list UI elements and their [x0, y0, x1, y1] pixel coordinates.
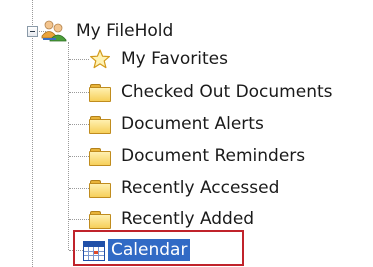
tree-node-label: Calendar [108, 239, 191, 261]
folder-icon [89, 83, 111, 102]
tree-connector-line [69, 188, 89, 189]
star-icon [89, 49, 111, 69]
collapse-toggle[interactable] [27, 26, 38, 37]
calendar-icon [83, 240, 105, 261]
library-tree: My FileHold My Favorites Checked Out Doc… [0, 0, 373, 267]
folder-icon [89, 115, 111, 134]
tree-connector-line [69, 92, 89, 93]
tree-node-label: Checked Out Documents [121, 82, 333, 102]
tree-connector-line [69, 59, 89, 60]
tree-node-recently-added[interactable]: Recently Added [89, 206, 257, 232]
tree-connector-line [69, 156, 89, 157]
users-icon [41, 20, 67, 42]
tree-connector-line [69, 250, 83, 251]
tree-connector-line [32, 0, 33, 267]
tree-node-calendar[interactable]: Calendar [83, 237, 191, 263]
tree-node-recently-accessed[interactable]: Recently Accessed [89, 175, 282, 201]
folder-icon [89, 179, 111, 198]
tree-connector-line [69, 124, 89, 125]
folder-icon [89, 210, 111, 229]
tree-connector-line [69, 219, 89, 220]
tree-node-checked-out-documents[interactable]: Checked Out Documents [89, 79, 336, 105]
tree-node-label: Document Reminders [121, 146, 306, 166]
folder-icon [89, 147, 111, 166]
tree-node-document-alerts[interactable]: Document Alerts [89, 111, 267, 137]
tree-node-my-filehold[interactable]: My FileHold [41, 18, 176, 44]
tree-node-my-favorites[interactable]: My Favorites [89, 46, 231, 72]
tree-node-label: My FileHold [76, 21, 174, 41]
tree-node-label: My Favorites [121, 49, 228, 69]
tree-node-document-reminders[interactable]: Document Reminders [89, 143, 308, 169]
tree-node-label: Recently Accessed [121, 178, 280, 198]
tree-node-label: Recently Added [121, 209, 255, 229]
tree-node-label: Document Alerts [121, 114, 264, 134]
